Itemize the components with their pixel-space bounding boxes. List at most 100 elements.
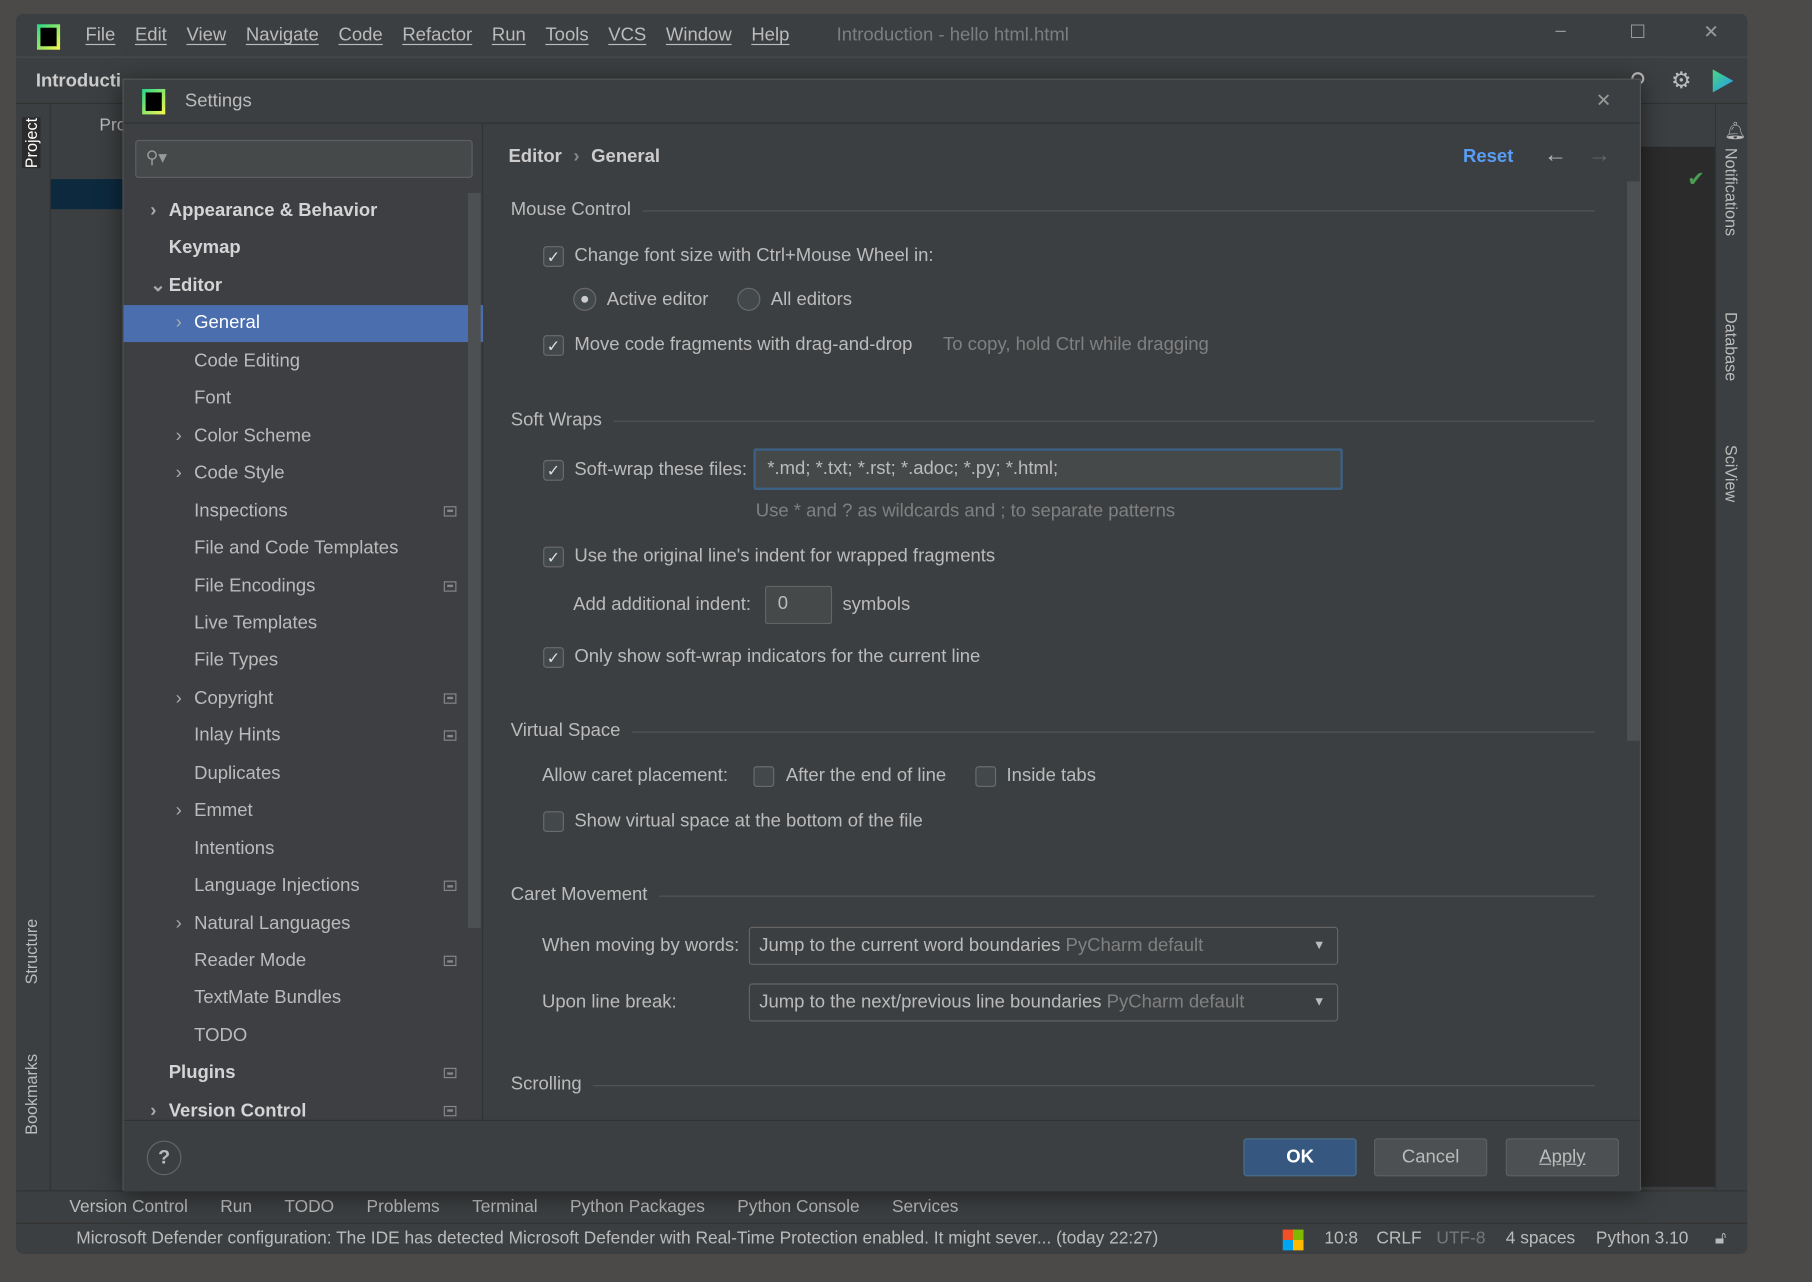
tree-item-copyright[interactable]: › Copyright xyxy=(124,680,483,717)
content-scrollbar[interactable] xyxy=(1627,181,1640,741)
structure-tool-tab[interactable]: Structure xyxy=(22,919,40,985)
menu-run[interactable]: Run xyxy=(492,25,526,46)
tree-item-natural-languages[interactable]: › Natural Languages xyxy=(124,905,483,942)
menu-window[interactable]: Window xyxy=(666,25,732,46)
toolwindow-python-packages[interactable]: Python Packages xyxy=(570,1197,705,1217)
only-current-line-checkbox[interactable]: ✓ xyxy=(543,647,564,668)
menu-file[interactable]: File xyxy=(86,25,116,46)
tree-item-emmet[interactable]: › Emmet xyxy=(124,793,483,830)
reset-link[interactable]: Reset xyxy=(1463,147,1513,168)
caret-position[interactable]: 10:8 xyxy=(1324,1228,1358,1248)
menu-vcs[interactable]: VCS xyxy=(608,25,646,46)
soft-wrap-files-input[interactable]: *.md; *.txt; *.rst; *.adoc; *.py; *.html… xyxy=(753,448,1343,490)
ok-button[interactable]: OK xyxy=(1243,1138,1357,1177)
cancel-button[interactable]: Cancel xyxy=(1374,1138,1488,1177)
tree-item-live-templates[interactable]: Live Templates xyxy=(124,605,483,642)
apply-button[interactable]: Apply xyxy=(1505,1138,1620,1177)
settings-dialog: Settings ✕ ⚲▾ › Appearance & Behavior Keym… xyxy=(122,78,1641,1192)
tree-item-duplicates[interactable]: Duplicates xyxy=(124,755,483,792)
tree-item-file-types[interactable]: File Types xyxy=(124,643,483,680)
menu-navigate[interactable]: Navigate xyxy=(246,25,319,46)
all-editors-radio[interactable] xyxy=(737,287,761,311)
line-break-dropdown[interactable]: Jump to the next/previous line boundarie… xyxy=(748,983,1339,1022)
tree-item-language-injections[interactable]: Language Injections xyxy=(124,868,483,905)
inside-tabs-checkbox[interactable] xyxy=(975,766,997,787)
menu-tools[interactable]: Tools xyxy=(545,25,588,46)
tree-item-inspections[interactable]: Inspections xyxy=(124,493,483,530)
tree-item-font[interactable]: Font xyxy=(124,380,483,417)
chevron-right-icon[interactable]: › xyxy=(176,905,182,942)
close-window-button[interactable]: ✕ xyxy=(1703,21,1718,44)
tree-item-appearance-behavior[interactable]: › Appearance & Behavior xyxy=(124,193,483,230)
tree-item-editor[interactable]: ⌄ Editor xyxy=(124,268,483,305)
notifications-bell-icon[interactable]: 🔔︎ xyxy=(1724,120,1746,141)
original-indent-checkbox[interactable]: ✓ xyxy=(543,546,564,568)
toolbox-icon[interactable] xyxy=(1712,69,1734,93)
project-tool-tab[interactable]: Project xyxy=(21,117,41,169)
all-editors-label: All editors xyxy=(770,290,852,310)
toolwindow-run[interactable]: Run xyxy=(220,1197,252,1217)
settings-gear-icon[interactable]: ⚙ xyxy=(1671,66,1692,95)
database-tool-tab[interactable]: Database xyxy=(1722,312,1740,381)
project-breadcrumb[interactable]: Introducti xyxy=(36,72,121,93)
tree-item-code-editing[interactable]: Code Editing xyxy=(124,343,483,380)
tree-item-textmate-bundles[interactable]: TextMate Bundles xyxy=(124,980,483,1017)
menu-refactor[interactable]: Refactor xyxy=(402,25,472,46)
forward-arrow-icon[interactable]: → xyxy=(1588,142,1611,169)
tree-scrollbar[interactable] xyxy=(468,192,481,928)
menu-edit[interactable]: Edit xyxy=(135,25,167,46)
tree-item-file-encodings[interactable]: File Encodings xyxy=(124,568,483,605)
show-virtual-space-checkbox[interactable] xyxy=(543,811,564,833)
sciview-tool-tab[interactable]: SciView xyxy=(1722,445,1740,502)
drag-drop-checkbox[interactable]: ✓ xyxy=(543,335,564,356)
back-arrow-icon[interactable]: ← xyxy=(1544,142,1567,169)
tree-item-file-and-code-templates[interactable]: File and Code Templates xyxy=(124,530,483,567)
settings-search-input[interactable]: ⚲▾ xyxy=(135,139,473,178)
chevron-right-icon[interactable]: › xyxy=(176,418,182,455)
chevron-right-icon[interactable]: › xyxy=(176,305,182,342)
toolwindow-services[interactable]: Services xyxy=(892,1197,958,1217)
close-dialog-button[interactable]: ✕ xyxy=(1596,89,1611,112)
tree-item-reader-mode[interactable]: Reader Mode xyxy=(124,943,483,980)
tree-item-code-style[interactable]: › Code Style xyxy=(124,455,483,492)
chevron-right-icon[interactable]: › xyxy=(150,193,156,230)
menu-code[interactable]: Code xyxy=(338,25,382,46)
tree-item-general[interactable]: › General xyxy=(123,305,484,343)
chevron-right-icon[interactable]: › xyxy=(176,455,182,492)
maximize-button[interactable]: ☐ xyxy=(1629,21,1646,44)
soft-wrap-files-checkbox[interactable]: ✓ xyxy=(543,459,564,481)
toolwindow-python-console[interactable]: Python Console xyxy=(737,1197,859,1217)
toolwindow-terminal[interactable]: Terminal xyxy=(472,1197,538,1217)
toolwindow-problems[interactable]: Problems xyxy=(367,1197,440,1217)
lock-icon[interactable]: 🔓︎ xyxy=(1715,1228,1726,1248)
font-size-wheel-checkbox[interactable]: ✓ xyxy=(543,246,564,267)
tree-item-plugins[interactable]: Plugins xyxy=(124,1055,483,1092)
bookmarks-tool-tab[interactable]: Bookmarks xyxy=(22,1054,40,1135)
notifications-tool-tab[interactable]: Notifications xyxy=(1722,148,1740,236)
toolwindow-todo[interactable]: TODO xyxy=(284,1197,334,1217)
status-message[interactable]: Microsoft Defender configuration: The ID… xyxy=(76,1228,1158,1248)
tree-item-intentions[interactable]: Intentions xyxy=(124,830,483,867)
menu-help[interactable]: Help xyxy=(751,25,789,46)
breadcrumb-editor[interactable]: Editor xyxy=(508,147,561,167)
tree-item-todo[interactable]: TODO xyxy=(124,1018,483,1055)
tree-item-color-scheme[interactable]: › Color Scheme xyxy=(124,418,483,455)
add-indent-input[interactable]: 0 xyxy=(765,585,833,625)
tree-item-keymap[interactable]: Keymap xyxy=(124,230,483,267)
file-encoding[interactable]: UTF-8 xyxy=(1436,1228,1485,1248)
after-end-checkbox[interactable] xyxy=(753,766,775,787)
tree-item-inlay-hints[interactable]: Inlay Hints xyxy=(124,718,483,755)
help-button[interactable]: ? xyxy=(146,1140,182,1176)
chevron-right-icon[interactable]: › xyxy=(176,793,182,830)
python-interpreter[interactable]: Python 3.10 xyxy=(1596,1228,1689,1248)
line-separator[interactable]: CRLF xyxy=(1376,1228,1421,1248)
chevron-down-icon[interactable]: ⌄ xyxy=(150,268,165,305)
minimize-button[interactable]: – xyxy=(1555,21,1565,42)
menu-view[interactable]: View xyxy=(186,25,226,46)
active-editor-radio[interactable] xyxy=(573,287,597,311)
toolwindow-version-control[interactable]: Version Control xyxy=(69,1197,188,1217)
indent-setting[interactable]: 4 spaces xyxy=(1506,1228,1575,1248)
moving-by-words-label: When moving by words: xyxy=(541,936,740,956)
chevron-right-icon[interactable]: › xyxy=(176,680,182,717)
moving-by-words-dropdown[interactable]: Jump to the current word boundaries PyCh… xyxy=(748,926,1339,965)
